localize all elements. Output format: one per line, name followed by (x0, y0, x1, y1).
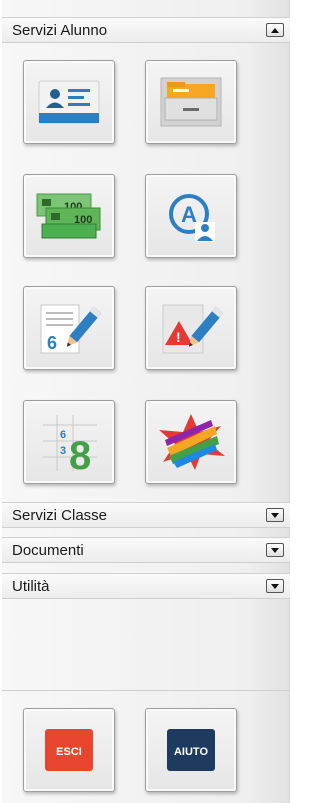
tile-anagrafica[interactable] (23, 60, 115, 144)
svg-text:A: A (181, 202, 197, 227)
tile-archivio[interactable] (145, 60, 237, 144)
grade-pencil-icon: 6 (40, 304, 101, 354)
section-header-servizi-alunno[interactable]: Servizi Alunno (2, 17, 290, 43)
svg-text:6: 6 (60, 429, 66, 441)
colorful-star-icon (159, 414, 225, 470)
svg-text:ESCI: ESCI (56, 746, 82, 758)
tile-assenze[interactable]: A (145, 174, 237, 258)
svg-text:6: 6 (47, 333, 57, 353)
tile-pagella[interactable]: 6 3 8 (23, 400, 115, 484)
svg-text:3: 3 (60, 445, 66, 457)
collapse-arrow-icon[interactable] (266, 23, 284, 37)
section-header-servizi-classe[interactable]: Servizi Classe (2, 502, 290, 528)
divider (2, 690, 290, 691)
expand-arrow-icon[interactable] (266, 579, 284, 593)
side-panel: Servizi Alunno 100 100 A 6 ! 6 3 8 Servi… (2, 0, 290, 803)
warning-pencil-icon: ! (162, 304, 223, 354)
section-header-documenti[interactable]: Documenti (2, 537, 290, 563)
grade-grid-icon: 6 3 8 (43, 415, 97, 473)
banknotes-icon: 100 100 (36, 193, 101, 239)
svg-text:8: 8 (69, 434, 91, 473)
section-title: Servizi Classe (12, 506, 108, 524)
aiuto-button[interactable]: AIUTO (145, 708, 237, 792)
tile-tasse[interactable]: 100 100 (23, 174, 115, 258)
section-title: Documenti (12, 541, 84, 559)
help-icon: AIUTO (167, 729, 215, 771)
expand-arrow-icon[interactable] (266, 543, 284, 557)
section-header-utilita[interactable]: Utilità (2, 573, 290, 599)
tile-bacheca[interactable] (145, 400, 237, 484)
svg-text:AIUTO: AIUTO (174, 746, 208, 758)
logout-icon: ESCI (45, 729, 93, 771)
section-title: Utilità (12, 577, 50, 595)
circled-a-user-icon: A (169, 194, 215, 242)
tile-voti[interactable]: 6 (23, 286, 115, 370)
svg-text:!: ! (176, 329, 181, 345)
tile-note-disciplinari[interactable]: ! (145, 286, 237, 370)
expand-arrow-icon[interactable] (266, 508, 284, 522)
esci-button[interactable]: ESCI (23, 708, 115, 792)
file-drawer-icon (160, 77, 222, 127)
id-card-icon (38, 80, 100, 124)
section-title: Servizi Alunno (12, 21, 108, 39)
